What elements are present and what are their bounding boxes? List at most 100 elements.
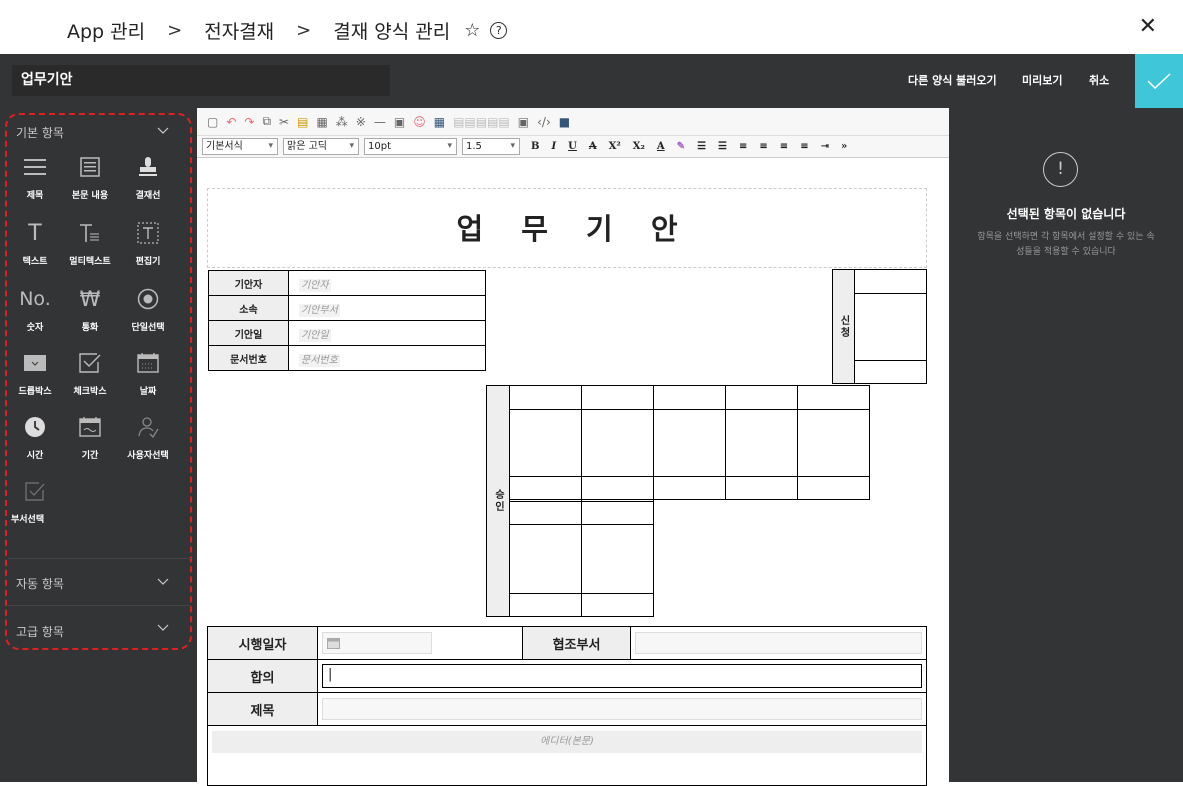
preview-button[interactable]: 미리보기 — [1022, 54, 1062, 108]
more-icon[interactable]: » — [841, 141, 847, 152]
cancel-button[interactable]: 취소 — [1089, 54, 1109, 108]
info-value[interactable]: 기안부서 — [288, 295, 486, 321]
agreement-field[interactable]: | — [322, 664, 922, 688]
effective-date-cell — [317, 626, 523, 660]
html-icon[interactable]: ■ — [559, 115, 570, 129]
unordered-list-icon[interactable]: ☰ — [718, 141, 727, 152]
tool-user-select[interactable]: 사용자선택 — [117, 410, 179, 461]
approve-approval-grid[interactable]: 승인 — [486, 385, 870, 617]
undo-icon[interactable]: ↶ — [226, 115, 236, 129]
section-auto[interactable]: 자동 항목 — [16, 575, 64, 592]
superscript-icon[interactable]: X² — [609, 141, 621, 152]
tool-title[interactable]: 제목 — [4, 150, 66, 201]
font-select[interactable]: 맑은 고딕 — [283, 138, 359, 155]
document-title-area[interactable]: 업 무 기 안 — [207, 188, 927, 268]
load-other-form-button[interactable]: 다른 양식 불러오기 — [908, 54, 997, 108]
section-basic[interactable]: 기본 항목 — [16, 124, 64, 141]
insert-box-icon[interactable]: ▣ — [394, 115, 405, 129]
table-row: 기안일 기안일 — [208, 320, 486, 346]
info-value[interactable]: 기안일 — [288, 320, 486, 346]
breadcrumb-app-admin[interactable]: App 관리 — [67, 17, 145, 44]
tool-approval-line[interactable]: 결재선 — [117, 150, 179, 201]
editor-icon — [137, 222, 159, 244]
info-value[interactable]: 문서번호 — [288, 345, 486, 371]
align-left-icon[interactable]: ≡ — [739, 141, 747, 152]
tool-body-content[interactable]: 본문 내용 — [59, 150, 121, 201]
tool-dropbox[interactable]: 드롭박스 — [4, 346, 66, 397]
align-center-icon[interactable]: ≡ — [759, 141, 767, 152]
user-select-icon — [138, 417, 159, 438]
help-icon[interactable]: ? — [490, 22, 508, 39]
form-name-input[interactable]: 업무기안 — [12, 65, 390, 96]
bold-icon[interactable]: B — [531, 141, 539, 152]
tool-single-select[interactable]: 단일선택 — [117, 282, 179, 333]
justify-icon[interactable]: ≡ — [800, 141, 808, 152]
horizontal-line-icon[interactable]: — — [374, 115, 386, 129]
emoji-icon[interactable]: ☺ — [413, 115, 426, 129]
document-title: 업 무 기 안 — [456, 212, 692, 246]
tool-date[interactable]: 날짜 — [117, 346, 179, 397]
bottom-fields-table: 시행일자 협조부서 합의 | 제목 에디터(본문) — [207, 626, 927, 786]
tool-text[interactable]: T 텍스트 — [4, 216, 66, 268]
chevron-down-icon[interactable] — [157, 624, 169, 632]
highlight-color-icon[interactable]: ✎ — [677, 141, 685, 152]
tool-label: 드롭박스 — [18, 387, 52, 397]
subscript-icon[interactable]: X₂ — [633, 141, 645, 152]
tool-checkbox[interactable]: 체크박스 — [59, 346, 121, 397]
apply-approval-box[interactable]: 신청 — [832, 269, 927, 384]
info-label: 소속 — [208, 295, 289, 321]
redo-icon[interactable]: ↷ — [244, 115, 254, 129]
tool-time[interactable]: 시간 — [4, 410, 66, 461]
info-value[interactable]: 기안자 — [288, 270, 486, 296]
image-icon[interactable]: ▣ — [518, 115, 529, 129]
chevron-down-icon[interactable] — [157, 127, 169, 135]
table-row: 제목 — [207, 692, 927, 726]
new-document-icon[interactable]: ▢ — [207, 115, 218, 129]
special-char-icon[interactable]: ※ — [356, 115, 366, 129]
strikethrough-icon[interactable]: A — [589, 141, 597, 152]
calendar-icon[interactable] — [327, 637, 340, 649]
spellcheck-icon[interactable]: ⁂ — [336, 115, 348, 129]
breadcrumb-approval[interactable]: 전자결재 — [204, 17, 274, 44]
subject-field[interactable] — [322, 698, 922, 720]
effective-date-field[interactable] — [322, 632, 432, 654]
ordered-list-icon[interactable]: ☰ — [697, 141, 706, 152]
placeholder: 기안부서 — [299, 303, 340, 317]
approve-label: 승인 — [486, 385, 510, 617]
font-size-select[interactable]: 10pt — [364, 138, 457, 155]
copy-icon[interactable]: ⧉ — [262, 114, 271, 129]
tool-multitext[interactable]: 멀티텍스트 — [59, 216, 121, 267]
close-icon[interactable]: ✕ — [1139, 14, 1157, 39]
star-icon[interactable]: ☆ — [464, 20, 480, 41]
source-code-icon[interactable]: ‹/› — [537, 115, 551, 129]
apply-label: 신청 — [833, 270, 855, 383]
cut-icon[interactable]: ✂ — [279, 115, 289, 129]
section-advanced[interactable]: 고급 항목 — [16, 623, 64, 640]
confirm-button[interactable] — [1135, 54, 1183, 108]
line-height-select[interactable]: 1.5 — [462, 138, 520, 155]
grid-line — [510, 385, 870, 386]
style-select[interactable]: 기본서식 — [202, 138, 278, 155]
table-icon[interactable]: ▦ — [434, 115, 445, 129]
chevron-down-icon[interactable] — [157, 578, 169, 586]
body-editor-placeholder[interactable]: 에디터(본문) — [212, 731, 922, 753]
tool-number[interactable]: No. 숫자 — [4, 282, 66, 333]
indent-icon[interactable]: ⇥ — [821, 141, 829, 152]
italic-icon[interactable]: I — [551, 141, 556, 152]
tool-editor[interactable]: 편집기 — [117, 216, 179, 267]
breadcrumb-form-management: 결재 양식 관리 — [333, 21, 451, 43]
number-icon: No. — [19, 288, 51, 310]
text-color-icon[interactable]: A — [657, 141, 665, 152]
tool-currency[interactable]: ₩ 통화 — [59, 282, 121, 333]
table-tools-icon[interactable]: ▤▤▤▤▤ — [453, 115, 510, 129]
radio-icon — [137, 288, 159, 310]
underline-icon[interactable]: U — [568, 141, 577, 152]
coop-dept-field[interactable] — [635, 632, 922, 654]
effective-date-label: 시행일자 — [207, 626, 318, 660]
tool-department-select[interactable]: 부서선택 — [4, 474, 66, 525]
align-right-icon[interactable]: ≡ — [780, 141, 788, 152]
tool-label: 숫자 — [26, 323, 44, 333]
find-icon[interactable]: ▦ — [316, 115, 327, 129]
paste-icon[interactable]: ▤ — [297, 115, 308, 129]
tool-period[interactable]: 기간 — [59, 410, 121, 461]
